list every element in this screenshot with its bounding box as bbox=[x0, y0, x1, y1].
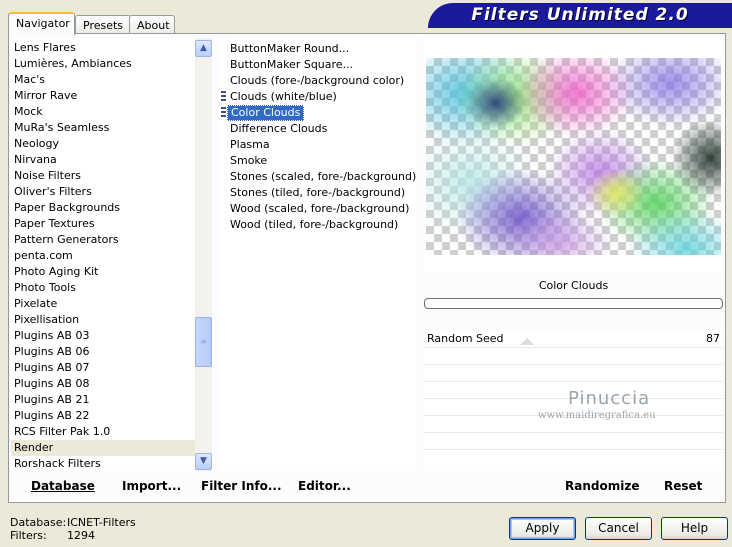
filter-item[interactable]: Wood (scaled, fore-/background) bbox=[227, 201, 412, 217]
filter-item[interactable]: Stones (scaled, fore-/background) bbox=[227, 169, 419, 185]
preview-pane bbox=[424, 38, 723, 273]
help-button[interactable]: Help bbox=[661, 517, 728, 540]
filter-info-button[interactable]: Filter Info... bbox=[201, 479, 282, 493]
filter-item[interactable]: Color Clouds bbox=[227, 105, 305, 121]
param-divider bbox=[424, 449, 723, 450]
param-label: Random Seed bbox=[427, 332, 504, 345]
watermark-url: www.maidiregrafica.eu bbox=[538, 410, 656, 421]
filter-item[interactable]: Wood (tiled, fore-/background) bbox=[227, 217, 401, 233]
category-item[interactable]: Render bbox=[11, 440, 195, 456]
category-item[interactable]: Plugins AB 03 bbox=[11, 328, 195, 344]
category-item[interactable]: Plugins AB 08 bbox=[11, 376, 195, 392]
param-divider bbox=[424, 364, 723, 365]
category-list[interactable]: Lens Flares Lumières, Ambiances Mac's Mirro… bbox=[11, 38, 213, 471]
watermark-name: Pinuccia bbox=[568, 388, 651, 409]
filter-item[interactable]: Smoke bbox=[227, 153, 270, 169]
category-items: Lens Flares Lumières, Ambiances Mac's Mirro… bbox=[11, 40, 195, 472]
cancel-button[interactable]: Cancel bbox=[585, 517, 652, 540]
param-divider bbox=[424, 381, 723, 382]
tab-navigator[interactable]: Navigator bbox=[8, 12, 75, 35]
category-item[interactable]: Paper Textures bbox=[11, 216, 195, 232]
app-title-banner: Filters Unlimited 2.0 bbox=[428, 3, 732, 28]
status-filters-value: 1294 bbox=[67, 529, 95, 542]
category-item[interactable]: penta.com bbox=[11, 248, 195, 264]
status-filters: Filters: 1294 bbox=[10, 529, 95, 542]
param-divider bbox=[424, 432, 723, 433]
preview-image bbox=[426, 58, 721, 255]
category-item[interactable]: Plugins AB 22 bbox=[11, 408, 195, 424]
category-item[interactable]: Rorshack Filters bbox=[11, 456, 195, 472]
category-item[interactable]: Plugins AB 06 bbox=[11, 344, 195, 360]
cloud-shape bbox=[586, 168, 646, 218]
progress-bar bbox=[424, 298, 723, 309]
database-label: Database bbox=[31, 479, 95, 493]
category-item[interactable]: Nirvana bbox=[11, 152, 195, 168]
filter-item[interactable]: Difference Clouds bbox=[227, 121, 330, 137]
database-button[interactable]: Database bbox=[31, 479, 95, 493]
category-item[interactable]: Oliver's Filters bbox=[11, 184, 195, 200]
slider-thumb-icon[interactable] bbox=[520, 338, 534, 345]
filter-item[interactable]: Clouds (fore-/background color) bbox=[227, 73, 407, 89]
favorite-marker-icon bbox=[221, 107, 226, 119]
category-item[interactable]: Lens Flares bbox=[11, 40, 195, 56]
category-item[interactable]: RCS Filter Pak 1.0 bbox=[11, 424, 195, 440]
filter-item[interactable]: Clouds (white/blue) bbox=[227, 89, 340, 105]
param-value: 87 bbox=[706, 332, 720, 345]
category-item[interactable]: Pixellisation bbox=[11, 312, 195, 328]
scroll-thumb[interactable]: ≡ bbox=[195, 317, 212, 367]
import-button[interactable]: Import... bbox=[122, 479, 181, 493]
filter-item[interactable]: ButtonMaker Round... bbox=[227, 41, 352, 57]
tab-about[interactable]: About bbox=[129, 15, 175, 34]
category-item[interactable]: Pattern Generators bbox=[11, 232, 195, 248]
status-database: Database: ICNET-Filters bbox=[10, 516, 136, 529]
category-scrollbar[interactable]: ▲ ≡ ▼ bbox=[195, 38, 212, 471]
category-item[interactable]: Mirror Rave bbox=[11, 88, 195, 104]
reset-button[interactable]: Reset bbox=[664, 479, 702, 493]
filter-list[interactable]: ButtonMaker Round... ButtonMaker Square..… bbox=[219, 38, 417, 471]
category-item[interactable]: Paper Backgrounds bbox=[11, 200, 195, 216]
category-item[interactable]: Pixelate bbox=[11, 296, 195, 312]
filter-item[interactable]: Stones (tiled, fore-/background) bbox=[227, 185, 408, 201]
randomize-button[interactable]: Randomize bbox=[565, 479, 639, 493]
category-item[interactable]: Photo Tools bbox=[11, 280, 195, 296]
category-item[interactable]: Noise Filters bbox=[11, 168, 195, 184]
category-item[interactable]: MuRa's Seamless bbox=[11, 120, 195, 136]
apply-button[interactable]: Apply bbox=[509, 517, 576, 540]
category-item[interactable]: Plugins AB 07 bbox=[11, 360, 195, 376]
scroll-up-icon[interactable]: ▲ bbox=[195, 40, 212, 57]
category-item[interactable]: Lumières, Ambiances bbox=[11, 56, 195, 72]
filter-item[interactable]: ButtonMaker Square... bbox=[227, 57, 356, 73]
category-item[interactable]: Photo Aging Kit bbox=[11, 264, 195, 280]
param-random-seed[interactable]: Random Seed 87 bbox=[424, 330, 723, 347]
current-filter-name: Color Clouds bbox=[538, 279, 609, 292]
category-item[interactable]: Mock bbox=[11, 104, 195, 120]
status-database-value: ICNET-Filters bbox=[67, 516, 136, 529]
param-divider bbox=[424, 347, 723, 348]
filter-item[interactable]: Plasma bbox=[227, 137, 273, 153]
editor-button[interactable]: Editor... bbox=[298, 479, 351, 493]
tab-presets[interactable]: Presets bbox=[75, 15, 131, 34]
status-filters-label: Filters: bbox=[10, 529, 47, 542]
category-item[interactable]: Plugins AB 21 bbox=[11, 392, 195, 408]
category-item[interactable]: Mac's bbox=[11, 72, 195, 88]
favorite-marker-icon bbox=[221, 91, 226, 103]
status-database-label: Database: bbox=[10, 516, 67, 529]
scroll-down-icon[interactable]: ▼ bbox=[195, 453, 212, 470]
category-item[interactable]: Neology bbox=[11, 136, 195, 152]
